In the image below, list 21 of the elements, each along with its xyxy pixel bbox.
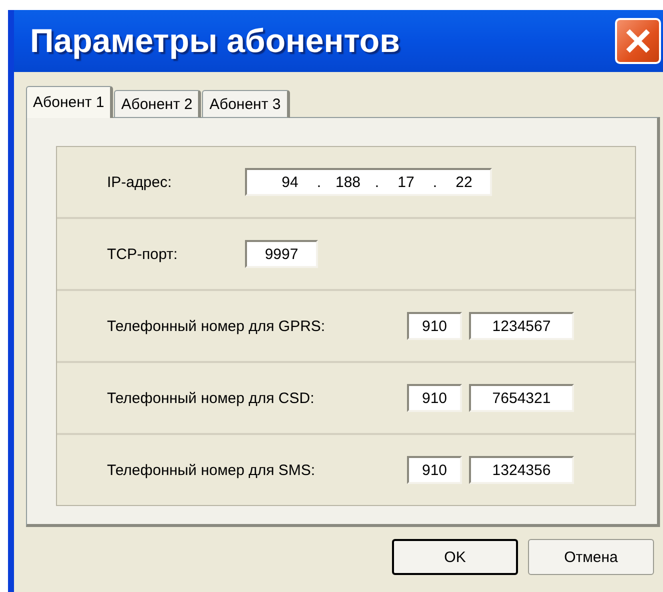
tab[interactable]: Абонент 1 xyxy=(26,86,114,118)
cancel-button[interactable]: Отмена xyxy=(528,539,654,575)
ip-address-field[interactable]: 94 . 188 . 17 . 22 xyxy=(245,168,492,196)
window-title: Параметры абонентов xyxy=(30,22,400,60)
tab[interactable]: Абонент 2 xyxy=(114,90,202,118)
port-field[interactable]: 9997 xyxy=(245,240,318,268)
phone-number-field[interactable]: 7654321 xyxy=(469,384,574,412)
ok-button[interactable]: OK xyxy=(392,539,518,575)
field-label: Телефонный номер для SMS: xyxy=(107,462,316,478)
field-label: TCP-порт: xyxy=(107,246,179,262)
tab[interactable]: Абонент 3 xyxy=(202,90,290,118)
field-label: Телефонный номер для GPRS: xyxy=(107,318,326,334)
area-code-field[interactable]: 910 xyxy=(407,456,462,484)
close-button[interactable] xyxy=(615,18,661,64)
area-code-field[interactable]: 910 xyxy=(407,312,462,340)
phone-number-field[interactable]: 1234567 xyxy=(469,312,574,340)
field-label: IP-адрес: xyxy=(107,174,173,190)
close-icon xyxy=(625,28,651,54)
field-label: Телефонный номер для CSD: xyxy=(107,390,316,406)
phone-number-field[interactable]: 1324356 xyxy=(469,456,574,484)
area-code-field[interactable]: 910 xyxy=(407,384,462,412)
